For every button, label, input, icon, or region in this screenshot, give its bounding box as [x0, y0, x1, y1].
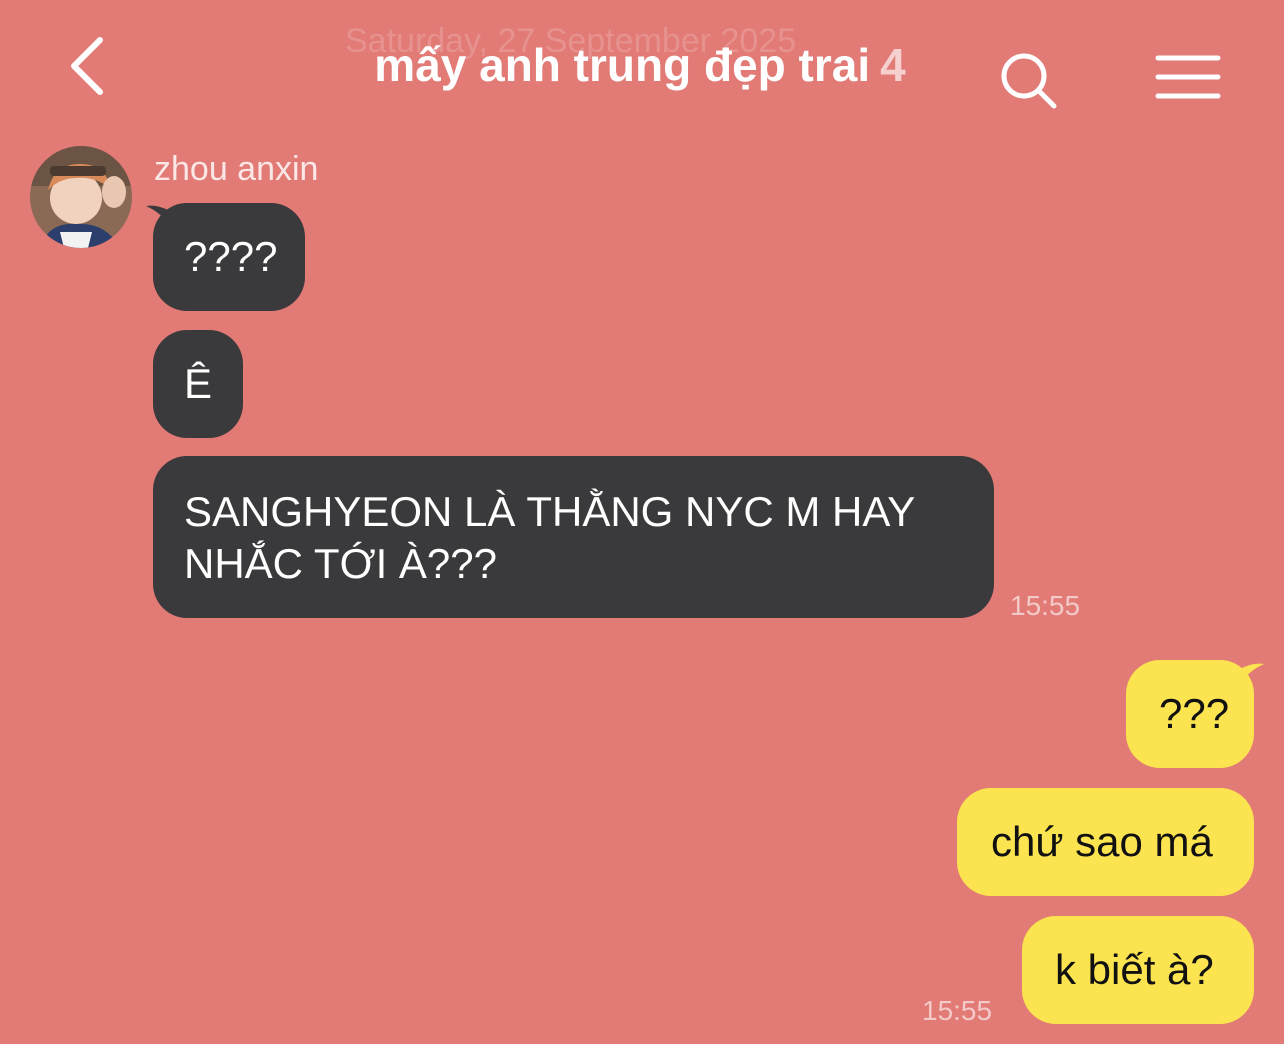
incoming-message-bubble[interactable]: SANGHYEON LÀ THẰNG NYC M HAY NHẮC TỚI À?…	[153, 456, 994, 618]
avatar-photo	[30, 146, 132, 248]
chevron-left-icon	[71, 37, 103, 95]
member-count: 4	[880, 39, 906, 91]
message-text-line: SANGHYEON LÀ THẰNG NYC M HAY	[184, 488, 916, 535]
back-button[interactable]	[58, 30, 118, 102]
outgoing-message-bubble[interactable]: k biết à?	[1022, 916, 1254, 1024]
avatar[interactable]	[30, 146, 132, 248]
hamburger-menu-icon	[1155, 55, 1221, 99]
chat-header: Saturday, 27 September 2025 mấy anh trun…	[0, 0, 1284, 140]
message-timestamp: 15:55	[1010, 590, 1081, 621]
outgoing-message-bubble[interactable]: ???	[1126, 660, 1254, 768]
message-text: ????	[184, 233, 278, 280]
incoming-message-bubble[interactable]: ????	[153, 203, 305, 311]
search-icon	[1001, 53, 1057, 109]
message-text: Ê	[184, 360, 213, 407]
message-text: k biết à?	[1055, 946, 1214, 993]
incoming-message-bubble[interactable]: Ê	[153, 330, 243, 438]
chat-title: mấy anh trung đẹp trai	[374, 39, 871, 91]
message-text-line: NHẮC TỚI À???	[184, 540, 498, 587]
outgoing-message-bubble[interactable]: chứ sao má	[957, 788, 1254, 896]
message-timestamp: 15:55	[922, 995, 993, 1026]
chat-title-area[interactable]: mấy anh trung đẹp trai 4	[300, 38, 980, 92]
message-text: chứ sao má	[991, 818, 1213, 865]
menu-button[interactable]	[1154, 50, 1224, 106]
message-text: ???	[1159, 690, 1230, 737]
search-button[interactable]	[996, 48, 1062, 114]
sender-name: zhou anxin	[154, 150, 319, 188]
